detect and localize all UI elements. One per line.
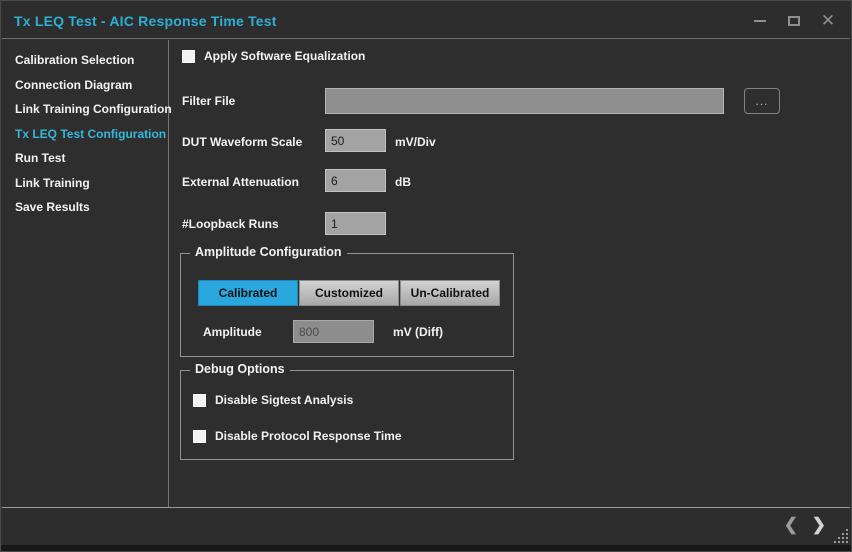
amplitude-configuration-legend: Amplitude Configuration — [190, 245, 347, 259]
amplitude-label: Amplitude — [203, 325, 262, 339]
config-panel: Apply Software Equalization Filter File … — [170, 40, 850, 507]
debug-options-legend: Debug Options — [190, 362, 290, 376]
loopback-runs-label: #Loopback Runs — [182, 217, 279, 231]
dut-waveform-scale-unit: mV/Div — [395, 135, 436, 149]
next-page-arrow[interactable]: ❯ — [812, 515, 826, 535]
sidebar-item-save-results[interactable]: Save Results — [2, 195, 168, 220]
apply-software-equalization-label: Apply Software Equalization — [204, 49, 365, 63]
disable-sigtest-analysis-label: Disable Sigtest Analysis — [215, 393, 353, 407]
dialog-window: Tx LEQ Test - AIC Response Time Test ✕ C… — [0, 0, 852, 552]
filter-file-label: Filter File — [182, 94, 235, 108]
window-title: Tx LEQ Test - AIC Response Time Test — [14, 13, 277, 29]
dut-waveform-scale-input[interactable] — [325, 129, 386, 152]
loopback-runs-input[interactable] — [325, 212, 386, 235]
dut-waveform-scale-label: DUT Waveform Scale — [182, 135, 302, 149]
disable-sigtest-analysis-checkbox[interactable] — [193, 394, 206, 407]
sidebar-item-link-training[interactable]: Link Training — [2, 171, 168, 196]
debug-options-group: Debug Options Disable Sigtest Analysis D… — [180, 370, 514, 460]
sidebar-item-link-training-configuration[interactable]: Link Training Configuration — [2, 97, 168, 122]
un-calibrated-button[interactable]: Un-Calibrated — [400, 280, 500, 306]
external-attenuation-unit: dB — [395, 175, 411, 189]
sidebar-nav: Calibration Selection Connection Diagram… — [2, 40, 169, 507]
resize-grip[interactable] — [835, 530, 848, 543]
calibrated-button[interactable]: Calibrated — [198, 280, 298, 306]
disable-protocol-response-time-checkbox[interactable] — [193, 430, 206, 443]
customized-button[interactable]: Customized — [299, 280, 399, 306]
amplitude-input[interactable] — [293, 320, 374, 343]
browse-button[interactable]: ... — [744, 88, 780, 114]
amplitude-unit: mV (Diff) — [393, 325, 443, 339]
footer-bar: ❮ ❯ — [2, 508, 850, 545]
window-bottom-edge — [1, 545, 851, 551]
minimize-button[interactable] — [748, 9, 772, 33]
apply-software-equalization-checkbox[interactable] — [182, 50, 195, 63]
dialog-body: Calibration Selection Connection Diagram… — [2, 40, 850, 507]
disable-protocol-response-time-row: Disable Protocol Response Time — [193, 429, 402, 443]
external-attenuation-input[interactable] — [325, 169, 386, 192]
sidebar-item-run-test[interactable]: Run Test — [2, 146, 168, 171]
previous-page-arrow[interactable]: ❮ — [784, 515, 798, 535]
maximize-button[interactable] — [782, 9, 806, 33]
disable-sigtest-analysis-row: Disable Sigtest Analysis — [193, 393, 353, 407]
amplitude-configuration-group: Amplitude Configuration Calibrated Custo… — [180, 253, 514, 357]
close-button[interactable]: ✕ — [816, 9, 840, 33]
sidebar-item-tx-leq-test-configuration[interactable]: Tx LEQ Test Configuration — [2, 122, 168, 147]
sidebar-item-calibration-selection[interactable]: Calibration Selection — [2, 48, 168, 73]
external-attenuation-label: External Attenuation — [182, 175, 299, 189]
title-bar[interactable]: Tx LEQ Test - AIC Response Time Test ✕ — [2, 2, 850, 39]
apply-software-equalization-row: Apply Software Equalization — [182, 49, 365, 63]
disable-protocol-response-time-label: Disable Protocol Response Time — [215, 429, 402, 443]
sidebar-item-connection-diagram[interactable]: Connection Diagram — [2, 73, 168, 98]
filter-file-input[interactable] — [325, 88, 724, 114]
